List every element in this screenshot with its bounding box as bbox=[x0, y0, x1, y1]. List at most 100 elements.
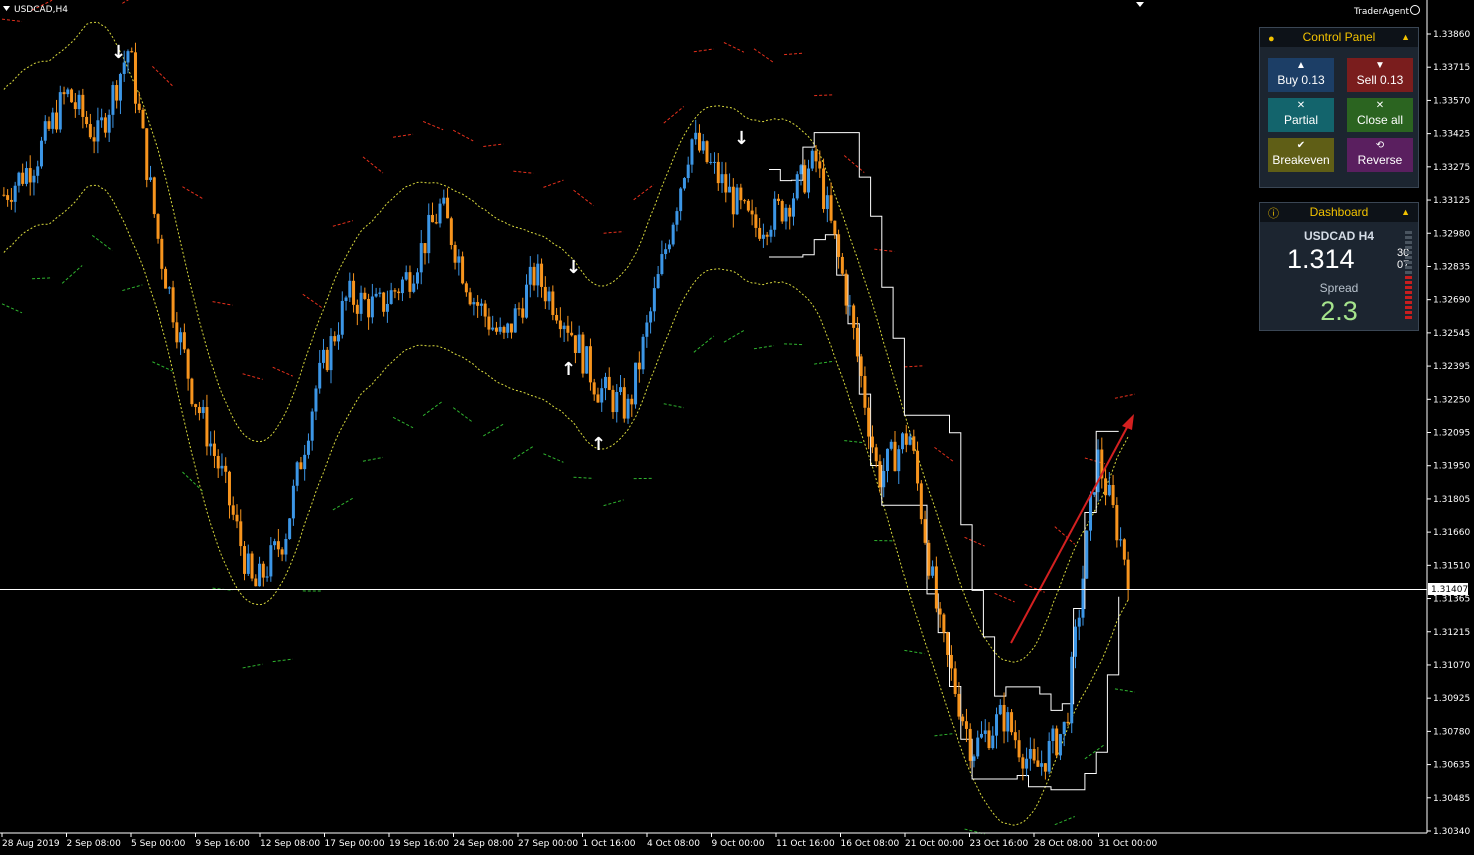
candle-body bbox=[652, 288, 656, 312]
sell-signal-arrow-icon: ↓ bbox=[111, 42, 126, 63]
time-tick-label: 27 Sep 00:00 bbox=[518, 839, 578, 849]
candle-body bbox=[1062, 721, 1066, 735]
candle-body bbox=[1107, 484, 1111, 496]
candle-body bbox=[363, 292, 367, 299]
candle-body bbox=[310, 411, 314, 441]
candle-body bbox=[679, 188, 683, 212]
candle-body bbox=[73, 102, 77, 110]
candle-body bbox=[273, 541, 277, 546]
candle-body bbox=[216, 455, 220, 469]
price-chart[interactable]: ↓ ↓ ↓ ↑ ↑ 1.33860 1.33715 1.33570 1.33425 1.3327… bbox=[0, 0, 1474, 855]
candle-body bbox=[291, 485, 295, 519]
control-panel-header[interactable]: ● Control Panel ▲ bbox=[1260, 28, 1418, 47]
candle-body bbox=[1036, 760, 1040, 767]
time-tick-label: 9 Sep 16:00 bbox=[196, 839, 251, 849]
candle-body bbox=[355, 304, 359, 314]
candle-body bbox=[1010, 712, 1014, 733]
time-tick-label: 23 Oct 16:00 bbox=[970, 839, 1029, 849]
time-tick-label: 28 Oct 08:00 bbox=[1034, 839, 1093, 849]
candle-body bbox=[340, 300, 344, 335]
candle-body bbox=[446, 197, 450, 219]
spread-meter-bar bbox=[1405, 256, 1412, 259]
candle-body bbox=[164, 268, 168, 289]
sell-icon: ▼ bbox=[1375, 60, 1385, 71]
candle-body bbox=[521, 308, 525, 318]
candle-body bbox=[1066, 721, 1070, 724]
candle-body bbox=[133, 52, 137, 104]
candle-body bbox=[1089, 494, 1093, 531]
dashboard-header[interactable]: ⓘ Dashboard ▲ bbox=[1260, 203, 1418, 222]
candle-body bbox=[634, 362, 638, 405]
candle-body bbox=[111, 85, 115, 115]
price-tick-label: 1.33860 bbox=[1433, 30, 1470, 40]
candle-body bbox=[637, 362, 641, 370]
candle-body bbox=[182, 332, 186, 350]
dashboard-price: 1.314 bbox=[1287, 244, 1355, 274]
time-tick-label: 9 Oct 00:00 bbox=[712, 839, 765, 849]
collapse-icon[interactable]: ▲ bbox=[1401, 28, 1410, 47]
candle-body bbox=[348, 280, 352, 298]
candle-body bbox=[171, 287, 175, 323]
candle-body bbox=[412, 283, 416, 292]
sell-label: Sell 0.13 bbox=[1356, 73, 1404, 87]
candle-body bbox=[254, 578, 258, 587]
candle-body bbox=[987, 730, 991, 749]
candle-body bbox=[570, 332, 574, 336]
candle-body bbox=[487, 316, 491, 330]
candle-body bbox=[92, 137, 96, 142]
candle-body bbox=[878, 461, 882, 488]
candle-body bbox=[337, 334, 341, 342]
price-tick-label: 1.31070 bbox=[1433, 661, 1470, 671]
candle-body bbox=[1051, 728, 1055, 741]
collapse-icon[interactable]: ▲ bbox=[1401, 203, 1410, 222]
buy-signal-arrow-icon: ↑ bbox=[561, 359, 576, 380]
candle-body bbox=[464, 283, 468, 293]
candle-body bbox=[299, 462, 303, 470]
candle-body bbox=[66, 89, 70, 95]
sell-button[interactable]: ▼ Sell 0.13 bbox=[1347, 58, 1413, 92]
candle-body bbox=[6, 195, 10, 200]
candle-body bbox=[750, 210, 754, 215]
price-tick-label: 1.31805 bbox=[1433, 495, 1470, 505]
candle-body bbox=[227, 471, 231, 506]
candle-body bbox=[788, 207, 792, 217]
spread-meter-bar bbox=[1405, 306, 1412, 309]
spread-value: 2.3 bbox=[1320, 296, 1358, 326]
breakeven-button[interactable]: ✔ Breakeven bbox=[1268, 138, 1334, 172]
candle-body bbox=[85, 116, 89, 125]
candle-body bbox=[799, 165, 803, 175]
spread-meter-bar bbox=[1405, 236, 1412, 239]
close-all-icon: ✕ bbox=[1375, 100, 1385, 111]
spread-meter-bar bbox=[1405, 241, 1412, 244]
candle-body bbox=[694, 132, 698, 140]
candle-body bbox=[754, 214, 758, 228]
candle-body bbox=[393, 290, 397, 292]
candle-body bbox=[382, 292, 386, 312]
candle-body bbox=[667, 244, 671, 250]
candle-body bbox=[773, 198, 777, 230]
price-tick-label: 1.30635 bbox=[1433, 761, 1470, 771]
partial-button[interactable]: ✕ Partial bbox=[1268, 98, 1334, 132]
candle-body bbox=[822, 168, 826, 209]
buy-button[interactable]: ▲ Buy 0.13 bbox=[1268, 58, 1334, 92]
candle-body bbox=[502, 326, 506, 333]
buy-icon: ▲ bbox=[1296, 60, 1306, 71]
candle-body bbox=[528, 266, 532, 285]
candle-body bbox=[295, 462, 299, 486]
candle-body bbox=[205, 407, 209, 447]
candle-body bbox=[555, 315, 559, 321]
candle-body bbox=[776, 198, 780, 201]
candle-body bbox=[476, 302, 480, 306]
candle-body bbox=[716, 161, 720, 184]
candle-body bbox=[536, 263, 540, 286]
candle-body bbox=[671, 224, 675, 245]
candle-body bbox=[107, 114, 111, 133]
candle-body bbox=[837, 234, 841, 257]
close-all-button[interactable]: ✕ Close all bbox=[1347, 98, 1413, 132]
dashboard-symbol: USDCAD H4 bbox=[1303, 229, 1374, 243]
candle-body bbox=[709, 161, 713, 163]
candle-body bbox=[784, 207, 788, 222]
reverse-button[interactable]: ⟲ Reverse bbox=[1347, 138, 1413, 172]
candle-body bbox=[724, 174, 728, 193]
candle-body bbox=[1055, 728, 1059, 756]
